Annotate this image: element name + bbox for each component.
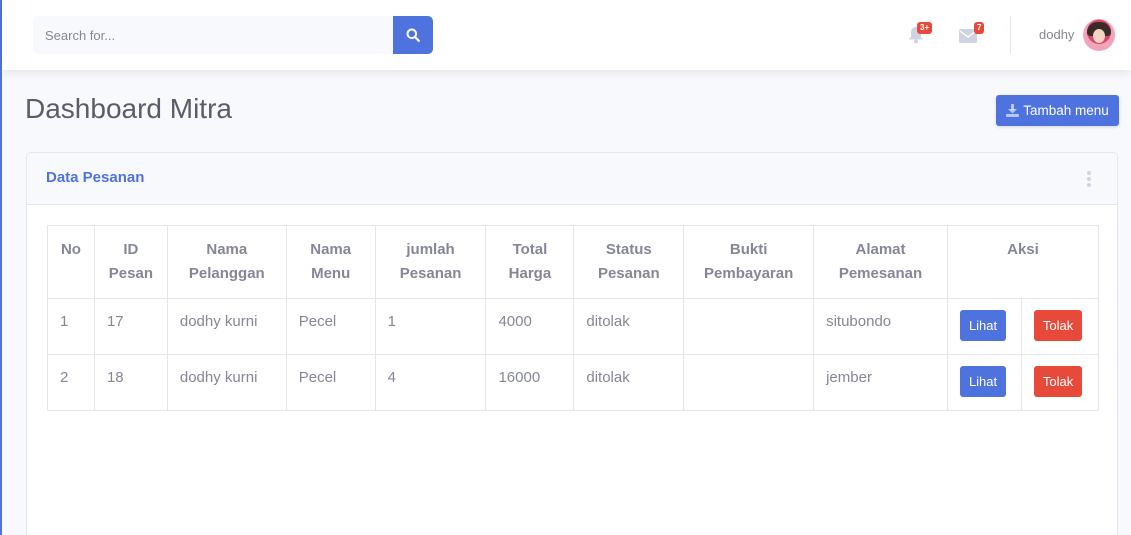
table-row: 1 17 dodhy kurni Pecel 1 4000 ditolak si… bbox=[47, 298, 1100, 355]
header-status-pesanan: Status Pesanan bbox=[573, 225, 685, 299]
user-name[interactable]: dodhy bbox=[1039, 27, 1074, 42]
header-total-harga: Total Harga bbox=[485, 225, 575, 299]
cell-total: 16000 bbox=[485, 354, 575, 411]
cell-bukti bbox=[683, 354, 815, 411]
cell-status: ditolak bbox=[573, 354, 685, 411]
topbar: 3+ 7 dodhy bbox=[2, 0, 1131, 70]
avatar[interactable] bbox=[1083, 19, 1115, 51]
cell-jumlah: 1 bbox=[374, 298, 487, 355]
header-alamat-pemesanan: Alamat Pemesanan bbox=[813, 225, 948, 299]
more-options-icon[interactable] bbox=[1087, 171, 1091, 187]
page-title: Dashboard Mitra bbox=[25, 93, 232, 124]
cell-menu: Pecel bbox=[285, 354, 376, 411]
avatar-face bbox=[1093, 29, 1105, 43]
add-menu-label: Tambah menu bbox=[1023, 103, 1109, 118]
messages-badge: 7 bbox=[974, 22, 985, 34]
cell-bukti bbox=[683, 298, 815, 355]
cell-alamat: jember bbox=[813, 354, 948, 411]
header-bukti-pembayaran: Bukti Pembayaran bbox=[683, 225, 815, 299]
download-icon bbox=[1006, 104, 1020, 117]
header-id-pesan: ID Pesan bbox=[93, 225, 168, 299]
header-nama-menu: Nama Menu bbox=[285, 225, 376, 299]
cell-tolak: Tolak bbox=[1020, 354, 1100, 411]
cell-total: 4000 bbox=[485, 298, 575, 355]
header-jumlah-pesanan: jumlah Pesanan bbox=[374, 225, 487, 299]
table-row: 2 18 dodhy kurni Pecel 4 16000 ditolak j… bbox=[47, 354, 1100, 411]
lihat-button[interactable]: Lihat bbox=[959, 366, 1007, 397]
cell-status: ditolak bbox=[573, 298, 685, 355]
alerts-dropdown[interactable]: 3+ bbox=[904, 22, 933, 48]
lihat-button[interactable]: Lihat bbox=[959, 310, 1007, 341]
cell-lihat: Lihat bbox=[946, 298, 1022, 355]
header-nama-pelanggan: Nama Pelanggan bbox=[166, 225, 287, 299]
cell-lihat: Lihat bbox=[946, 354, 1022, 411]
table-header-row: No ID Pesan Nama Pelanggan Nama Menu jum… bbox=[47, 225, 1100, 299]
add-menu-button[interactable]: Tambah menu bbox=[996, 95, 1119, 126]
orders-card: Data Pesanan No ID Pesan Nama Pelanggan … bbox=[26, 152, 1118, 535]
card-title: Data Pesanan bbox=[46, 169, 145, 186]
header-no: No bbox=[47, 225, 95, 299]
cell-pelanggan: dodhy kurni bbox=[166, 354, 287, 411]
header-aksi: Aksi bbox=[946, 225, 1100, 299]
search-input[interactable] bbox=[33, 16, 393, 54]
cell-tolak: Tolak bbox=[1020, 298, 1100, 355]
cell-jumlah: 4 bbox=[374, 354, 487, 411]
cell-pelanggan: dodhy kurni bbox=[166, 298, 287, 355]
sidebar-edge bbox=[0, 0, 2, 535]
cell-no: 2 bbox=[47, 354, 95, 411]
tolak-button[interactable]: Tolak bbox=[1033, 310, 1083, 341]
cell-menu: Pecel bbox=[285, 298, 376, 355]
search-button[interactable] bbox=[393, 16, 433, 54]
messages-dropdown[interactable]: 7 bbox=[957, 22, 985, 48]
cell-id: 17 bbox=[93, 298, 168, 355]
cell-alamat: situbondo bbox=[813, 298, 948, 355]
cell-id: 18 bbox=[93, 354, 168, 411]
card-header: Data Pesanan bbox=[27, 153, 1117, 205]
topbar-divider bbox=[1010, 16, 1011, 54]
alerts-badge: 3+ bbox=[917, 22, 933, 34]
search-icon bbox=[406, 28, 420, 42]
cell-no: 1 bbox=[47, 298, 95, 355]
tolak-button[interactable]: Tolak bbox=[1033, 366, 1083, 397]
search-form bbox=[33, 16, 433, 54]
orders-table: No ID Pesan Nama Pelanggan Nama Menu jum… bbox=[47, 225, 1100, 411]
